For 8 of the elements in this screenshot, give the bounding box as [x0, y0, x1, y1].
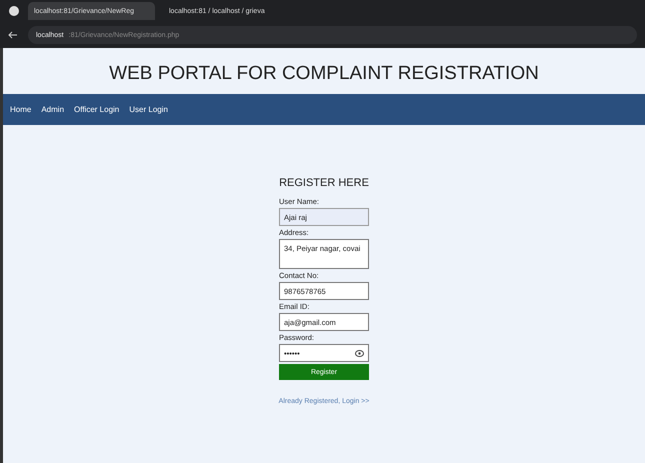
portal-title: WEB PORTAL FOR COMPLAINT REGISTRATION [108, 62, 540, 86]
back-icon[interactable] [8, 31, 18, 39]
nav-link[interactable]: Admin [41, 105, 64, 114]
eye-icon[interactable] [355, 350, 364, 356]
nav-link[interactable]: Home [10, 105, 32, 114]
nav-link[interactable]: Officer Login [74, 105, 120, 114]
form-title: REGISTER HERE [279, 177, 369, 189]
nav-link[interactable]: User Login [129, 105, 168, 114]
